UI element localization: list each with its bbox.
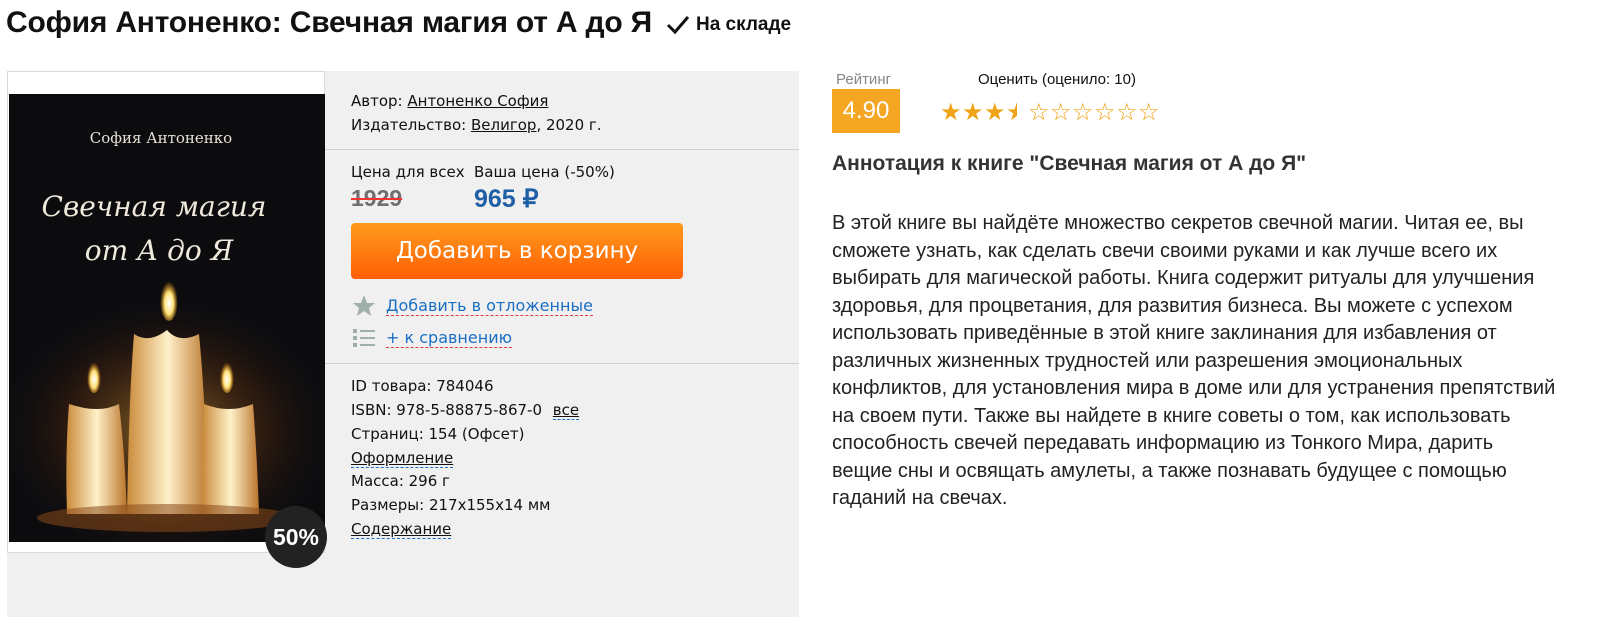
price-section: Цена для всех Ваша цена (-50%) 1929 965 … <box>325 149 799 364</box>
isbn-line: ISBN: 978-5-88875-867-0 все <box>351 401 580 420</box>
compare-link[interactable]: + к сравнению <box>386 328 513 348</box>
rating-star-icon[interactable]: ★ <box>940 101 962 125</box>
rate-prompt: Оценить (оценило: 10) <box>978 71 1136 88</box>
publisher-line: Издательство: Велигор, 2020 г. <box>351 116 602 134</box>
size-line: Размеры: 217x155x14 мм <box>351 496 551 514</box>
rating-stars[interactable]: ★ ★ ★ ★ ☆ ☆ ☆ ☆ ☆ ☆ <box>940 101 1160 125</box>
author-label: Автор: <box>351 92 403 110</box>
page-title: София Антоненко: Свечная магия от А до Я <box>6 6 652 39</box>
cover-author: София Антоненко <box>90 129 232 147</box>
annotation-text: В этой книге вы найдёте множество секрет… <box>832 212 1556 509</box>
new-price: 965 ₽ <box>474 185 539 213</box>
pages-line: Страниц: 154 (Офсет) <box>351 425 525 443</box>
author-publisher-section: Автор: Антоненко София Издательство: Вел… <box>325 71 799 150</box>
mass-line: Масса: 296 г <box>351 472 450 490</box>
checkmark-icon <box>666 16 690 35</box>
contents-link[interactable]: Содержание <box>351 520 452 539</box>
wishlist-link[interactable]: Добавить в отложенные <box>386 296 593 316</box>
your-price-label: Ваша цена (-50%) <box>474 163 615 181</box>
discount-badge: 50% <box>265 506 327 568</box>
rating-star-icon[interactable]: ☆ <box>1138 101 1160 125</box>
product-info: Автор: Антоненко София Издательство: Вел… <box>325 71 799 617</box>
cover-title-2: от А до Я <box>85 234 235 267</box>
publisher-label: Издательство: <box>351 116 467 134</box>
price-all-label: Цена для всех <box>351 163 465 181</box>
product-card: София Антоненко Свечная магия от А до Я … <box>7 71 799 617</box>
rating-star-icon[interactable]: ☆ <box>1028 101 1050 125</box>
stock-label: На складе <box>695 14 792 35</box>
rating-star-icon[interactable]: ☆ <box>1094 101 1116 125</box>
rating-value: 4.90 <box>832 89 900 133</box>
contents-line: Содержание <box>351 520 452 539</box>
compare-action[interactable]: + к сравнению <box>351 326 513 350</box>
publisher-link[interactable]: Велигор <box>471 116 536 134</box>
design-link[interactable]: Оформление <box>351 449 454 468</box>
rating-label: Рейтинг <box>836 71 892 88</box>
isbn-all-link[interactable]: все <box>552 401 580 420</box>
book-cover-image[interactable]: София Антоненко Свечная магия от А до Я <box>9 94 325 542</box>
publisher-year: , 2020 г. <box>536 116 602 134</box>
title-row: София Антоненко: Свечная магия от А до Я… <box>6 3 791 43</box>
old-price: 1929 <box>351 185 403 211</box>
star-icon <box>351 294 377 318</box>
isbn-value: ISBN: 978-5-88875-867-0 <box>351 401 542 419</box>
rating-star-icon[interactable]: ★ <box>984 101 1006 125</box>
rating-star-icon[interactable]: ★ <box>962 101 984 125</box>
design-line: Оформление <box>351 449 454 468</box>
add-to-cart-button[interactable]: Добавить в корзину <box>351 223 683 279</box>
annotation-title: Аннотация к книге "Свечная магия от А до… <box>832 152 1307 175</box>
rating-star-icon[interactable]: ☆ <box>1116 101 1138 125</box>
product-id: ID товара: 784046 <box>351 377 494 395</box>
author-line: Автор: Антоненко София <box>351 92 548 110</box>
rating-star-icon[interactable]: ☆ <box>1050 101 1072 125</box>
list-icon <box>351 326 377 350</box>
rating-star-icon[interactable]: ★ <box>1006 101 1028 125</box>
stock-status: На складе <box>666 14 791 36</box>
cover-title-1: Свечная магия <box>42 190 267 223</box>
wishlist-action[interactable]: Добавить в отложенные <box>351 294 593 318</box>
cover-illustration: София Антоненко Свечная магия от А до Я <box>9 94 325 542</box>
rating-star-icon[interactable]: ☆ <box>1072 101 1094 125</box>
author-link[interactable]: Антоненко София <box>407 92 548 110</box>
cover-frame[interactable]: София Антоненко Свечная магия от А до Я <box>7 71 325 553</box>
